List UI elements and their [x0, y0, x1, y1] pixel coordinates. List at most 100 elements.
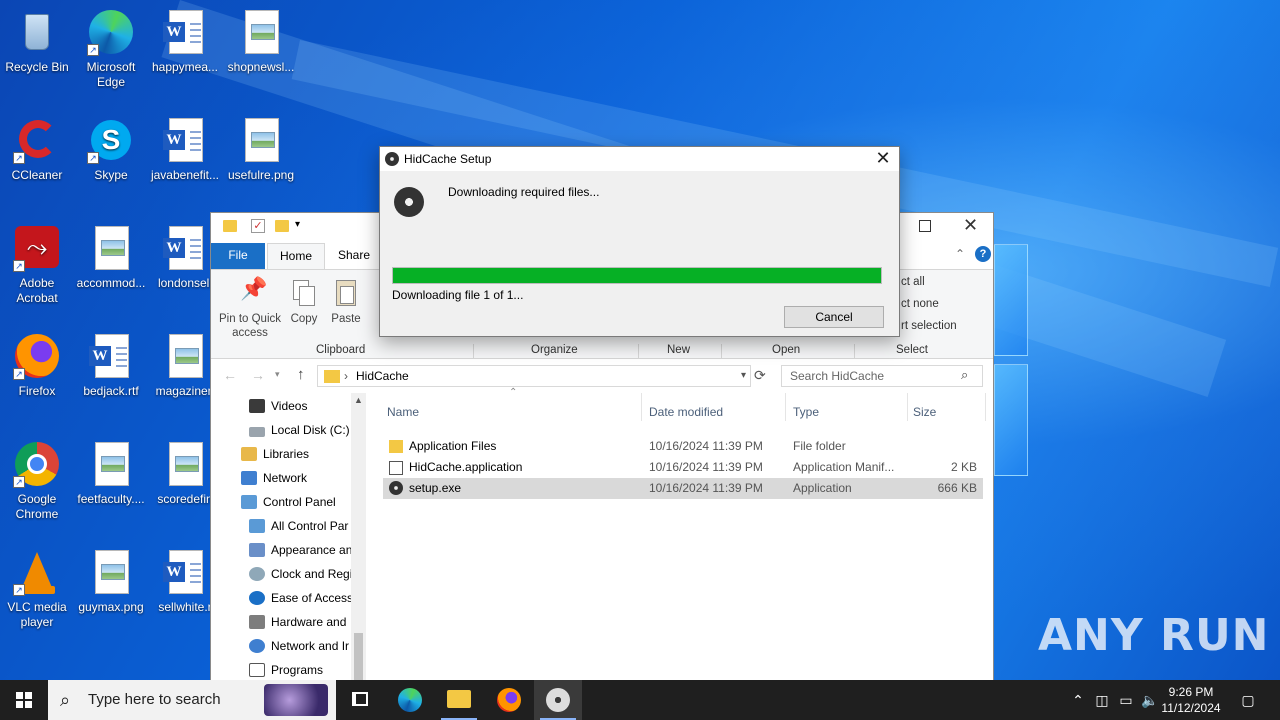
videos-folder-icon: [249, 399, 265, 413]
nav-item-appearance[interactable]: Appearance an: [249, 539, 352, 561]
file-row[interactable]: HidCache.application 10/16/2024 11:39 PM…: [383, 457, 983, 478]
close-icon[interactable]: ✕: [873, 149, 893, 169]
task-view-button[interactable]: [336, 680, 384, 720]
address-field[interactable]: › HidCache ▾: [317, 365, 751, 387]
desktop-icon-vlc[interactable]: ↗ VLC media player: [0, 548, 74, 630]
desktop-icon-firefox[interactable]: ↗ Firefox: [0, 332, 74, 399]
local-disk-icon: [249, 427, 265, 437]
tab-share[interactable]: Share: [327, 243, 381, 269]
pin-label: Pin to Quick access: [219, 313, 281, 339]
paste-button[interactable]: Paste: [329, 278, 363, 326]
select-all-button[interactable]: ct all: [901, 276, 925, 288]
show-hidden-icons-icon[interactable]: ⌃: [1068, 690, 1088, 710]
desktop-icon-recycle-bin[interactable]: Recycle Bin: [0, 8, 74, 75]
address-dropdown-icon[interactable]: ▾: [741, 366, 746, 386]
group-organize: Organize: [531, 344, 578, 356]
file-row[interactable]: Application Files 10/16/2024 11:39 PM Fi…: [383, 436, 983, 457]
desktop-icon-skype[interactable]: S ↗ Skype: [74, 116, 148, 183]
desktop-icon-guymax[interactable]: guymax.png: [74, 548, 148, 615]
search-input[interactable]: Search HidCache: [781, 365, 983, 387]
desktop-icon-label: shopnewsl...: [227, 60, 295, 74]
taskbar-search-input[interactable]: ⌕ Type here to search: [48, 680, 336, 720]
taskbar-firefox-button[interactable]: [485, 680, 533, 720]
group-divider: [638, 344, 639, 358]
desktop-icon-microsoft-edge[interactable]: ↗ Microsoft Edge: [74, 8, 148, 90]
close-button[interactable]: ✕: [963, 215, 978, 236]
desktop-icon-label: accommod...: [76, 276, 146, 290]
desktop-icon-usefulre[interactable]: usefulre.png: [224, 116, 298, 183]
start-button[interactable]: [0, 680, 48, 720]
application-manifest-icon: [389, 461, 403, 475]
taskbar-setup-button[interactable]: [534, 680, 582, 720]
taskbar-file-explorer-button[interactable]: [435, 680, 483, 720]
taskbar-clock[interactable]: 9:26 PM 11/12/2024: [1156, 684, 1226, 716]
taskbar-edge-button[interactable]: [386, 680, 434, 720]
invert-selection-button[interactable]: rt selection: [901, 320, 957, 332]
nav-item-network-internet[interactable]: Network and Ir: [249, 635, 349, 657]
file-type: File folder: [793, 439, 846, 453]
nav-item-all-control-panel[interactable]: All Control Par: [249, 515, 348, 537]
quick-access-dropdown-icon[interactable]: ▾: [295, 219, 300, 230]
pin-to-quick-access-button[interactable]: 📌 Pin to Quick access: [217, 278, 283, 340]
setup-title: HidCache Setup: [404, 152, 492, 166]
desktop-icon-label: feetfaculty....: [77, 492, 145, 506]
nav-item-label: Programs: [271, 663, 324, 677]
back-icon[interactable]: ←: [223, 367, 237, 383]
desktop-icon-accommod[interactable]: accommod...: [74, 224, 148, 291]
file-date: 10/16/2024 11:39 PM: [649, 481, 763, 495]
new-folder-icon[interactable]: [275, 220, 289, 232]
nav-item-clock[interactable]: Clock and Regi: [249, 563, 352, 585]
nav-item-control-panel[interactable]: Control Panel: [241, 491, 336, 513]
recent-locations-icon[interactable]: ▾: [275, 369, 280, 380]
desktop-icon-label: Adobe Acrobat: [16, 276, 58, 305]
word-doc-icon: W: [87, 332, 135, 380]
forward-icon[interactable]: →: [251, 367, 265, 383]
nav-item-hardware[interactable]: Hardware and: [249, 611, 346, 633]
nav-item-videos[interactable]: Videos: [249, 395, 307, 417]
maximize-button[interactable]: [919, 220, 931, 232]
column-header-name[interactable]: Name: [387, 405, 419, 419]
refresh-icon[interactable]: ⟳: [754, 367, 766, 384]
tab-file[interactable]: File: [211, 243, 265, 269]
desktop-icon-bedjack[interactable]: W bedjack.rtf: [74, 332, 148, 399]
desktop-icon-shopnewsl[interactable]: shopnewsl...: [224, 8, 298, 75]
column-header-date[interactable]: Date modified: [649, 405, 723, 419]
tab-home[interactable]: Home: [267, 243, 325, 269]
nav-item-ease-of-access[interactable]: Ease of Access: [249, 587, 353, 609]
setup-dialog[interactable]: HidCache Setup ✕ Downloading required fi…: [379, 146, 900, 337]
help-icon[interactable]: ?: [975, 246, 991, 262]
scroll-up-icon[interactable]: ▲: [354, 395, 363, 405]
copy-button[interactable]: Copy: [287, 278, 321, 326]
file-row-selected[interactable]: setup.exe 10/16/2024 11:39 PM Applicatio…: [383, 478, 983, 499]
column-header-size[interactable]: Size: [913, 405, 936, 419]
desktop-icon-javabenefit[interactable]: W javabenefit...: [148, 116, 222, 183]
nav-item-network[interactable]: Network: [241, 467, 307, 489]
desktop-icon-label: VLC media player: [7, 600, 67, 629]
collapse-ribbon-icon[interactable]: ⌃: [955, 247, 965, 261]
word-doc-icon: W: [161, 116, 209, 164]
scrollbar-thumb[interactable]: [354, 633, 363, 683]
properties-icon[interactable]: ✓: [251, 219, 265, 233]
desktop-icon-ccleaner[interactable]: ↗ CCleaner: [0, 116, 74, 183]
notifications-icon[interactable]: ▢: [1238, 690, 1258, 710]
nav-item-libraries[interactable]: Libraries: [241, 443, 309, 465]
address-text: HidCache: [356, 369, 409, 383]
setup-titlebar[interactable]: HidCache Setup ✕: [380, 147, 899, 171]
desktop-icon-google-chrome[interactable]: ↗ Google Chrome: [0, 440, 74, 522]
search-icon[interactable]: ⌕: [961, 367, 968, 383]
cancel-button[interactable]: Cancel: [784, 306, 884, 328]
network-icon[interactable]: ▭: [1116, 690, 1136, 710]
desktop-icon-label: Recycle Bin: [5, 60, 69, 74]
desktop-icon-adobe-acrobat[interactable]: ⤳ ↗ Adobe Acrobat: [0, 224, 74, 306]
image-file-icon: [237, 8, 285, 56]
select-none-button[interactable]: ct none: [901, 298, 939, 310]
column-header-type[interactable]: Type: [793, 405, 819, 419]
meet-now-icon[interactable]: ◫: [1092, 690, 1112, 710]
navigation-scrollbar[interactable]: ▲: [351, 393, 366, 683]
desktop-icon-label: Google Chrome: [15, 492, 59, 521]
desktop-icon-feetfaculty[interactable]: feetfaculty....: [74, 440, 148, 507]
nav-item-local-disk[interactable]: Local Disk (C:): [249, 419, 350, 441]
up-icon[interactable]: ↑: [297, 366, 305, 383]
desktop-icon-happymea[interactable]: W happymea...: [148, 8, 222, 75]
nav-item-programs[interactable]: Programs: [249, 659, 323, 681]
